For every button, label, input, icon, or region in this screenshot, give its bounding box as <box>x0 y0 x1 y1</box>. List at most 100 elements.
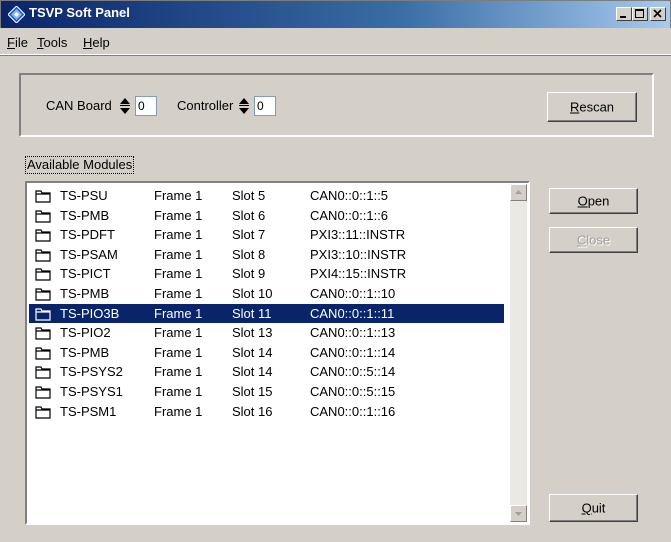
module-address: CAN0::0::1::11 <box>310 305 395 321</box>
module-address: PXI3::11::INSTR <box>310 227 406 243</box>
module-slot: Slot 11 <box>232 305 272 321</box>
title-bar[interactable]: TSVP Soft Panel <box>0 0 671 28</box>
arrow-up-icon <box>515 190 522 194</box>
module-slot: Slot 10 <box>232 286 273 301</box>
module-name: TS-PICT <box>60 266 111 282</box>
available-modules-label: Available Modules <box>25 156 135 174</box>
quit-button[interactable]: Quit <box>549 494 638 522</box>
module-frame: Frame 1 <box>154 286 203 301</box>
folder-icon <box>35 307 51 321</box>
maximize-icon <box>635 9 644 18</box>
module-row[interactable]: TS-PICT Frame 1 Slot 9 PXI4::15::INSTR <box>29 264 504 283</box>
module-frame: Frame 1 <box>154 364 203 380</box>
maximize-button[interactable] <box>632 7 648 21</box>
close-icon <box>653 9 662 18</box>
app-diamond-icon <box>8 6 25 23</box>
controller-spinner[interactable] <box>238 96 250 116</box>
module-address: PXI3::10::INSTR <box>310 246 407 262</box>
can-board-label: CAN Board <box>46 98 112 113</box>
module-address: CAN0::0::1::14 <box>310 344 396 360</box>
module-frame: Frame 1 <box>154 344 203 360</box>
available-modules-list[interactable]: TS-PSU Frame 1 Slot 5 CAN0::0::1::5 TS-PMB Fr… <box>25 181 530 525</box>
module-name: TS-PSYS1 <box>60 384 123 399</box>
minimize-icon <box>620 16 626 18</box>
menu-file[interactable]: File <box>7 35 28 50</box>
tsvp-soft-panel-window: TSVP Soft Panel File Tools Help CAN Boar… <box>0 0 671 542</box>
module-frame: Frame 1 <box>154 403 203 419</box>
module-slot: Slot 14 <box>232 344 273 360</box>
folder-icon <box>35 347 51 360</box>
module-frame: Frame 1 <box>154 227 203 243</box>
module-slot: Slot 6 <box>232 207 266 223</box>
scroll-up-button[interactable] <box>510 184 527 201</box>
connection-settings-panel: CAN Board 0 Controller 0 Rescan <box>19 73 654 137</box>
minimize-button[interactable] <box>616 7 632 21</box>
module-frame: Frame 1 <box>154 305 203 321</box>
module-slot: Slot 7 <box>232 227 266 243</box>
module-row[interactable]: TS-PIO2 Frame 1 Slot 13 CAN0::0::1::13 <box>29 323 504 342</box>
module-slot: Slot 5 <box>232 188 266 203</box>
folder-icon <box>35 249 51 262</box>
controller-input[interactable]: 0 <box>254 96 276 116</box>
menu-bar: File Tools Help <box>0 28 671 55</box>
module-address: PXI4::15::INSTR <box>310 266 407 282</box>
can-board-spinner[interactable] <box>119 96 131 116</box>
folder-icon <box>35 268 51 281</box>
module-row[interactable]: TS-PMB Frame 1 Slot 6 CAN0::0::1::6 <box>29 206 504 225</box>
module-address: CAN0::0::1::16 <box>310 403 396 419</box>
list-scrollbar[interactable] <box>510 184 527 522</box>
module-slot: Slot 14 <box>232 364 273 380</box>
module-slot: Slot 15 <box>232 384 273 399</box>
close-window-button[interactable] <box>650 7 666 21</box>
module-address: CAN0::0::1::13 <box>310 325 396 341</box>
module-address: CAN0::0::5::14 <box>310 364 396 380</box>
module-name: TS-PSAM <box>60 246 118 262</box>
module-row[interactable]: TS-PDFT Frame 1 Slot 7 PXI3::11::INSTR <box>29 225 504 244</box>
folder-icon <box>35 229 51 242</box>
module-address: CAN0::0::1::6 <box>310 207 389 223</box>
controller-label: Controller <box>177 98 234 113</box>
module-row[interactable]: TS-PSM1 Frame 1 Slot 16 CAN0::0::1::16 <box>29 402 504 421</box>
folder-icon <box>35 327 51 340</box>
module-slot: Slot 9 <box>232 266 266 282</box>
module-row[interactable]: TS-PMB Frame 1 Slot 14 CAN0::0::1::14 <box>29 343 504 362</box>
module-name: TS-PMB <box>60 344 110 360</box>
menu-tools[interactable]: Tools <box>37 35 67 50</box>
module-row[interactable]: TS-PMB Frame 1 Slot 10 CAN0::0::1::10 <box>29 284 504 303</box>
module-address: CAN0::0::1::10 <box>310 286 396 301</box>
module-name: TS-PIO2 <box>60 325 111 341</box>
folder-icon <box>35 288 51 301</box>
folder-icon <box>35 405 51 419</box>
module-slot: Slot 16 <box>232 403 273 419</box>
menu-help[interactable]: Help <box>83 35 110 50</box>
module-name: TS-PMB <box>60 207 110 223</box>
module-frame: Frame 1 <box>154 188 203 203</box>
window-title: TSVP Soft Panel <box>29 5 130 20</box>
module-name: TS-PSM1 <box>60 403 117 419</box>
close-button[interactable]: Close <box>549 227 638 253</box>
folder-icon <box>35 366 51 379</box>
can-board-input[interactable]: 0 <box>135 96 157 116</box>
module-address: CAN0::0::5::15 <box>310 384 396 399</box>
scroll-down-button[interactable] <box>510 505 527 522</box>
module-row[interactable]: TS-PSYS2 Frame 1 Slot 14 CAN0::0::5::14 <box>29 362 504 381</box>
rescan-button[interactable]: Rescan <box>547 92 637 122</box>
module-name: TS-PMB <box>60 286 110 301</box>
module-frame: Frame 1 <box>154 266 203 282</box>
module-name: TS-PDFT <box>60 227 115 243</box>
module-address: CAN0::0::1::5 <box>310 188 389 203</box>
module-name: TS-PSYS2 <box>60 364 123 380</box>
module-row[interactable]: TS-PSAM Frame 1 Slot 8 PXI3::10::INSTR <box>29 245 504 264</box>
folder-icon <box>35 209 51 223</box>
module-frame: Frame 1 <box>154 246 203 262</box>
module-slot: Slot 8 <box>232 246 266 262</box>
folder-icon <box>35 190 51 203</box>
module-slot: Slot 13 <box>232 325 273 341</box>
module-row[interactable]: TS-PSYS1 Frame 1 Slot 15 CAN0::0::5::15 <box>29 382 504 401</box>
folder-icon <box>35 386 51 399</box>
module-frame: Frame 1 <box>154 384 203 399</box>
module-frame: Frame 1 <box>154 207 203 223</box>
open-button[interactable]: Open <box>549 188 638 214</box>
module-row[interactable]: TS-PIO3B Frame 1 Slot 11 CAN0::0::1::11 <box>29 303 504 323</box>
module-row[interactable]: TS-PSU Frame 1 Slot 5 CAN0::0::1::5 <box>29 186 504 205</box>
